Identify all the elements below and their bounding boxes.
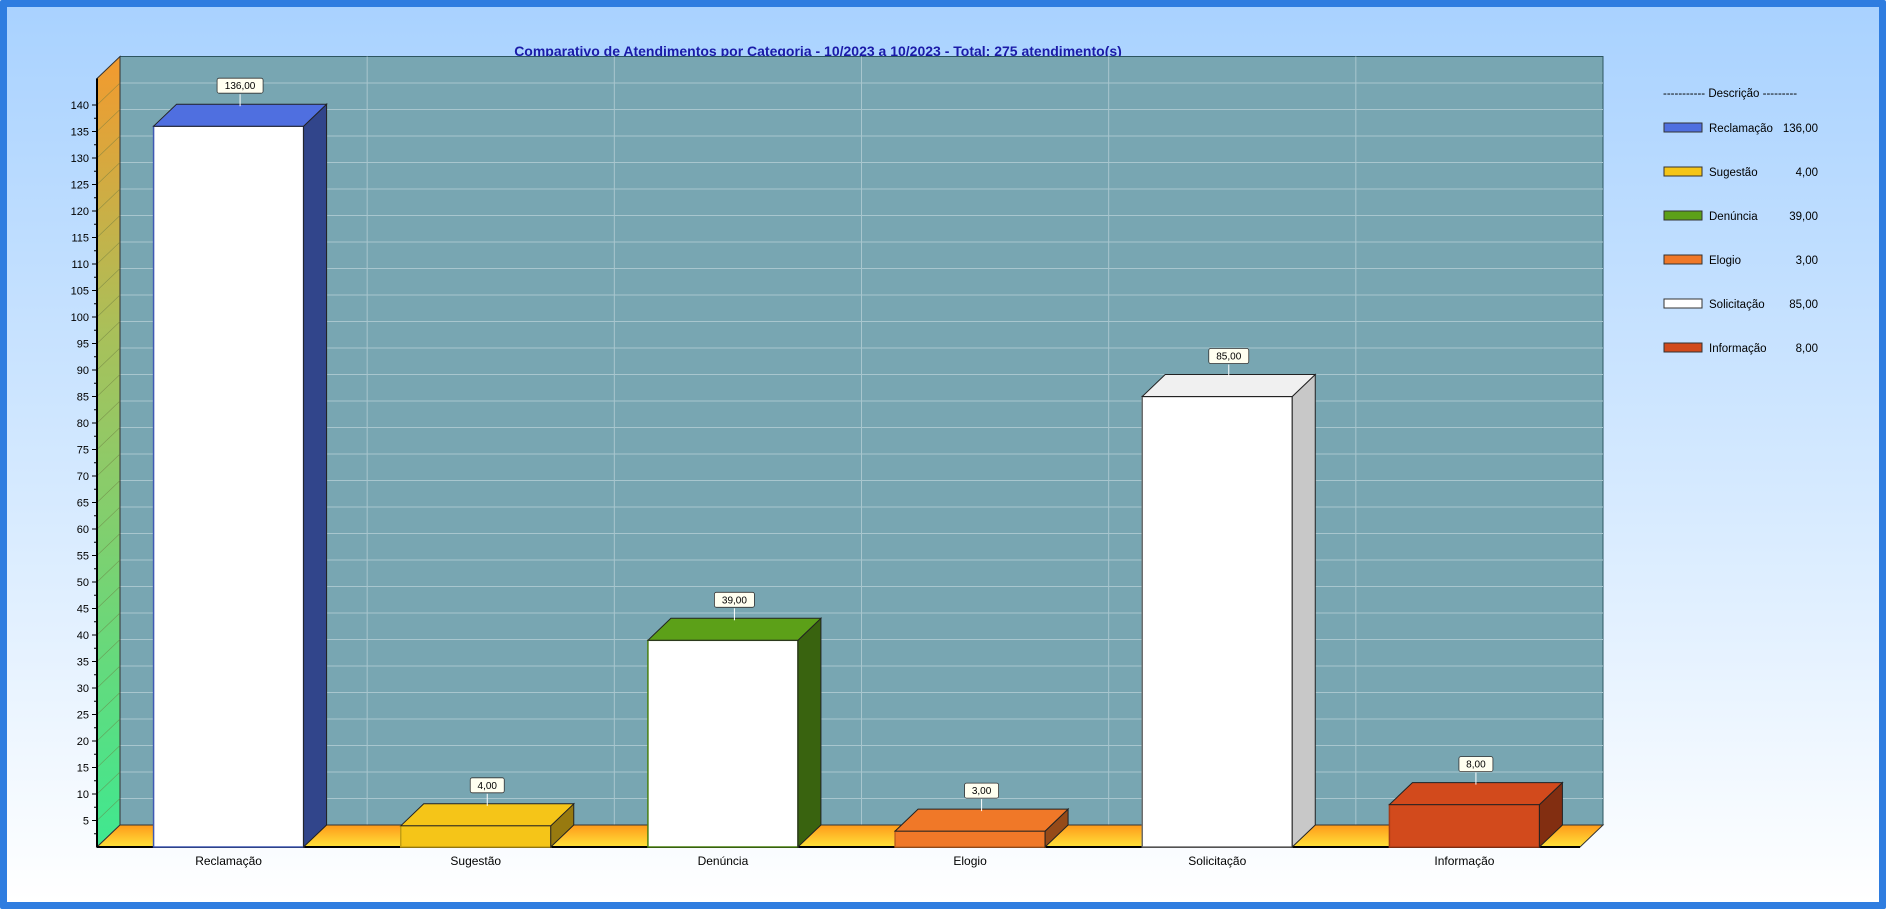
x-tick-label: Informação (1434, 854, 1494, 868)
bar-top (152, 103, 328, 127)
bar-side (797, 617, 822, 849)
legend-swatch (1663, 298, 1703, 309)
x-tick-label: Solicitação (1188, 854, 1246, 868)
y-tick-label: 15 (77, 763, 89, 775)
y-tick-label: 105 (71, 286, 89, 298)
y-tick-label: 35 (77, 657, 89, 669)
y-tick-label: 125 (71, 180, 89, 192)
bar-front (894, 830, 1046, 848)
legend-value: 8,00 (1796, 343, 1818, 355)
legend-label: Sugestão (1709, 167, 1758, 179)
y-tick-label: 90 (77, 365, 89, 377)
y-tick-label: 65 (77, 498, 89, 510)
legend-swatch (1663, 342, 1703, 353)
bar-chart: Comparativo de Atendimentos por Categori… (71, 43, 1818, 868)
bar-top (399, 803, 575, 827)
legend-value: 39,00 (1789, 211, 1818, 223)
legend-title: ----------- Descrição --------- (1663, 88, 1797, 100)
bar-denúncia: 39,00 Denúncia (646, 591, 823, 868)
y-tick-label: 30 (77, 683, 89, 695)
y-tick-label: 60 (77, 524, 89, 536)
bar-front (1141, 395, 1293, 848)
y-tick-label: 10 (77, 789, 89, 801)
bar-top (646, 617, 823, 641)
bar-top (893, 808, 1070, 832)
data-label: 85,00 (1216, 352, 1241, 363)
bar-reclamação: 136,00 Reclamação (152, 77, 328, 868)
y-tick-label: 5 (83, 816, 89, 828)
y-tick-label: 20 (77, 736, 89, 748)
legend-label: Denúncia (1709, 211, 1758, 223)
legend-swatch (1663, 122, 1703, 133)
y-tick-label: 95 (77, 339, 89, 351)
data-label: 3,00 (972, 786, 992, 797)
y-tick-label: 110 (71, 259, 89, 271)
y-tick-label: 75 (77, 445, 89, 457)
y-tick-label: 120 (71, 206, 89, 218)
legend-swatch (1663, 254, 1703, 265)
data-label: 8,00 (1466, 760, 1486, 771)
x-tick-label: Reclamação (195, 854, 262, 868)
legend-swatch (1663, 210, 1703, 221)
legend-value: 136,00 (1783, 123, 1818, 135)
data-label: 136,00 (225, 81, 256, 92)
left-wall (96, 55, 121, 849)
bar-front (400, 825, 552, 848)
legend-value: 85,00 (1789, 299, 1818, 311)
y-tick-label: 130 (71, 153, 89, 165)
data-label: 4,00 (478, 781, 498, 792)
bar-side (303, 103, 328, 849)
legend-label: Informação (1709, 343, 1767, 355)
y-tick-label: 135 (71, 127, 89, 139)
y-tick-label: 85 (77, 392, 89, 404)
legend-label: Reclamação (1709, 123, 1773, 135)
legend-value: 3,00 (1796, 255, 1818, 267)
y-tick-label: 25 (77, 710, 89, 722)
bar-top (1141, 374, 1317, 397)
x-tick-label: Sugestão (450, 854, 501, 868)
x-tick-label: Denúncia (698, 854, 749, 868)
y-tick-label: 140 (71, 100, 89, 112)
y-tick-label: 45 (77, 604, 89, 616)
bar-front (647, 639, 799, 848)
legend-label: Elogio (1709, 255, 1741, 267)
y-tick-label: 50 (77, 577, 89, 589)
data-label: 39,00 (722, 595, 747, 606)
legend-swatch (1663, 166, 1703, 177)
y-tick-label: 55 (77, 551, 89, 563)
bar-front (152, 125, 305, 848)
x-tick-label: Elogio (953, 854, 987, 868)
y-tick-label: 115 (71, 233, 89, 245)
bar-side (1291, 373, 1316, 849)
y-tick-label: 70 (77, 471, 89, 483)
bar-solicitação: 85,00 Solicitação (1141, 348, 1317, 868)
y-tick-label: 80 (77, 418, 89, 430)
legend-value: 4,00 (1796, 167, 1818, 179)
bar-front (1388, 803, 1541, 848)
legend-label: Solicitação (1709, 299, 1765, 311)
bar-top (1388, 782, 1564, 806)
y-tick-label: 100 (71, 312, 89, 324)
y-tick-label: 40 (77, 630, 89, 642)
